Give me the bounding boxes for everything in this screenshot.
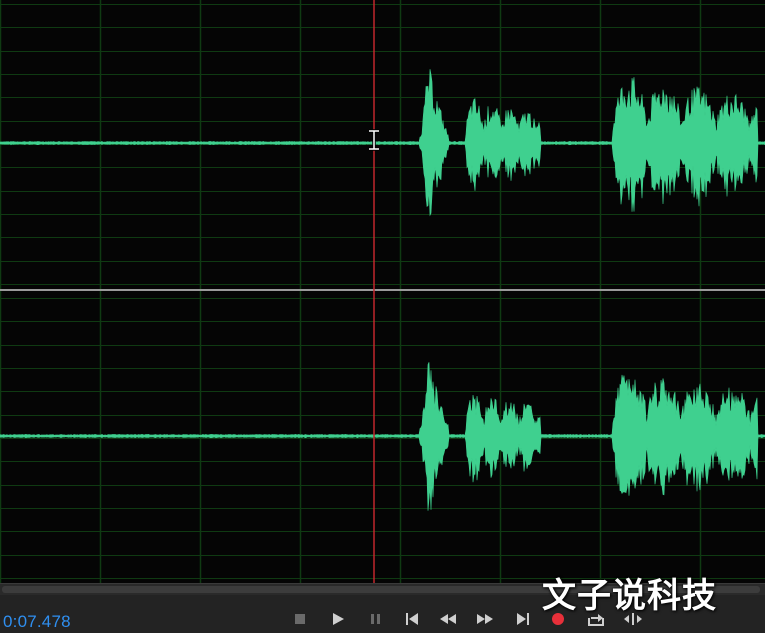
fast-forward-icon <box>477 614 493 624</box>
go-to-end-button[interactable] <box>512 609 534 629</box>
waveform-display[interactable] <box>0 0 765 583</box>
fast-forward-button[interactable] <box>474 609 496 629</box>
waveform-background <box>0 0 765 583</box>
stop-button[interactable] <box>289 609 311 629</box>
play-button[interactable] <box>327 609 349 629</box>
pause-icon <box>371 614 380 624</box>
play-icon <box>333 613 344 625</box>
rewind-icon <box>440 614 456 624</box>
stop-icon <box>295 614 305 624</box>
go-to-start-button[interactable] <box>401 609 423 629</box>
pause-button[interactable] <box>365 609 387 629</box>
go-to-end-icon <box>517 613 529 625</box>
go-to-start-icon <box>406 613 418 625</box>
watermark-text: 文子说科技 <box>542 576 717 616</box>
audio-editor: 0:07.478 文子说科技 <box>0 0 765 633</box>
time-display: 0:07.478 <box>3 612 71 631</box>
rewind-button[interactable] <box>437 609 459 629</box>
